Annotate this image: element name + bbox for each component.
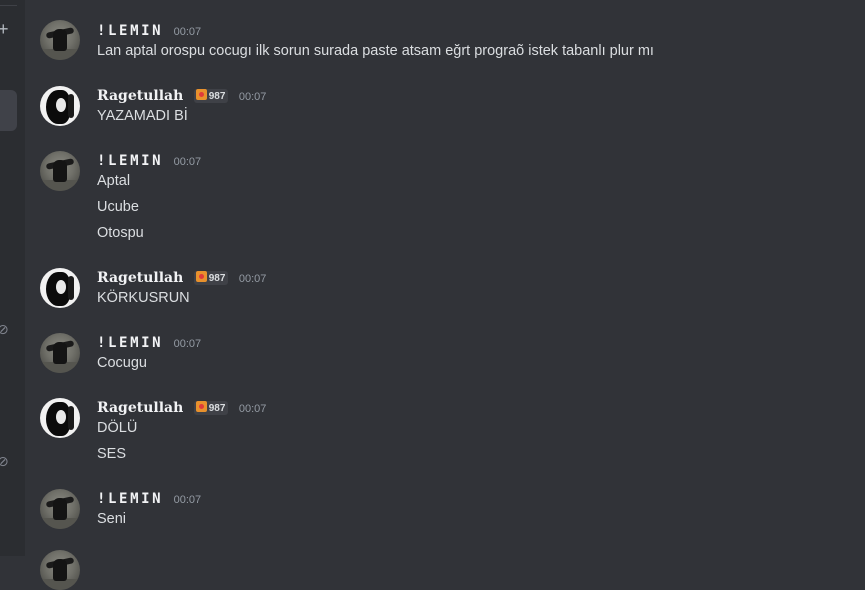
timestamp[interactable]: 00:07 — [239, 273, 267, 285]
author-name[interactable]: !LEMIN — [97, 491, 163, 507]
message-text: Ucube — [97, 199, 139, 215]
author-name[interactable]: !LEMIN — [97, 335, 163, 351]
guild-tag-label: 987 — [208, 403, 226, 414]
message-text: Aptal — [97, 173, 131, 189]
timestamp[interactable]: 00:07 — [239, 403, 267, 415]
channel-icon[interactable]: ⊘ — [0, 454, 9, 468]
guild-tag-badge[interactable]: 987 — [193, 271, 229, 285]
timestamp[interactable]: 00:07 — [174, 338, 202, 350]
channel-icon[interactable]: ⊘ — [0, 322, 9, 336]
message-text: YAZAMADI Bİ — [97, 108, 188, 124]
guild-badge-icon — [195, 89, 207, 100]
guild-tag-label: 987 — [208, 273, 226, 284]
message-text: DÖLÜ — [97, 420, 138, 436]
message-text: Otospu — [97, 225, 144, 241]
add-icon[interactable]: + — [0, 20, 9, 38]
author-name[interactable]: Ragetullah — [97, 88, 183, 104]
avatar[interactable] — [40, 268, 80, 308]
timestamp[interactable]: 00:07 — [174, 494, 202, 506]
author-name[interactable]: !LEMIN — [97, 23, 163, 39]
author-name[interactable]: !LEMIN — [97, 153, 163, 169]
message-text: Lan aptal orospu cocugı ilk sorun surada… — [97, 43, 654, 59]
timestamp[interactable]: 00:07 — [239, 91, 267, 103]
guild-badge-icon — [195, 271, 207, 282]
server-channel-strip: + ⊘ ⊘ — [0, 0, 25, 556]
guild-tag-label: 987 — [208, 91, 226, 102]
author-name[interactable]: Ragetullah — [97, 270, 183, 286]
message-text: Seni — [97, 511, 127, 527]
timestamp[interactable]: 00:07 — [174, 156, 202, 168]
avatar[interactable] — [40, 151, 80, 191]
message-text: Cocugu — [97, 355, 147, 371]
message-list: !LEMIN 00:07 Lan aptal orospu cocugı ilk… — [25, 0, 865, 590]
message-text: KÖRKUSRUN — [97, 290, 190, 306]
selected-channel-item[interactable] — [0, 90, 17, 131]
guild-tag-badge[interactable]: 987 — [193, 89, 229, 103]
avatar[interactable] — [40, 20, 80, 60]
message-text: SES — [97, 446, 127, 462]
guild-tag-badge[interactable]: 987 — [193, 401, 229, 415]
guild-badge-icon — [195, 401, 207, 412]
timestamp[interactable]: 00:07 — [174, 26, 202, 38]
avatar[interactable] — [40, 333, 80, 373]
avatar[interactable] — [40, 489, 80, 529]
avatar[interactable] — [40, 550, 80, 590]
author-name[interactable]: Ragetullah — [97, 400, 183, 416]
divider — [0, 5, 17, 6]
avatar[interactable] — [40, 86, 80, 126]
avatar[interactable] — [40, 398, 80, 438]
